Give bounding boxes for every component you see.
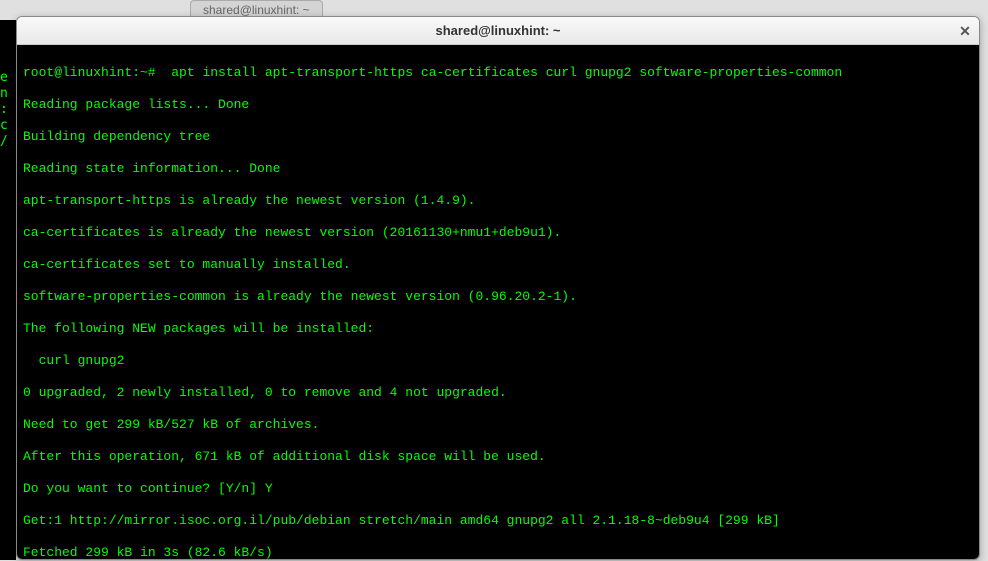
output-line: Building dependency tree xyxy=(23,129,973,145)
command-text: apt install apt-transport-https ca-certi… xyxy=(163,65,842,80)
output-line: software-properties-common is already th… xyxy=(23,289,973,305)
terminal-content[interactable]: root@linuxhint:~# apt install apt-transp… xyxy=(17,45,979,559)
background-terminal-edge: e n : c / xyxy=(0,20,16,560)
titlebar[interactable]: shared@linuxhint: ~ ✕ xyxy=(17,17,979,45)
output-line: The following NEW packages will be insta… xyxy=(23,321,973,337)
prompt-colon: : xyxy=(132,65,140,80)
output-line: Need to get 299 kB/527 kB of archives. xyxy=(23,417,973,433)
window-title: shared@linuxhint: ~ xyxy=(436,23,561,38)
prompt-user: root@linuxhint xyxy=(23,65,132,80)
output-line: Get:1 http://mirror.isoc.org.il/pub/debi… xyxy=(23,513,973,529)
output-line: 0 upgraded, 2 newly installed, 0 to remo… xyxy=(23,385,973,401)
prompt-path: ~ xyxy=(140,65,148,80)
prompt-line-1: root@linuxhint:~# apt install apt-transp… xyxy=(23,65,973,81)
output-line: ca-certificates is already the newest ve… xyxy=(23,225,973,241)
output-line: ca-certificates set to manually installe… xyxy=(23,257,973,273)
output-line: Fetched 299 kB in 3s (82.6 kB/s) xyxy=(23,545,973,559)
output-line: Do you want to continue? [Y/n] Y xyxy=(23,481,973,497)
terminal-window: shared@linuxhint: ~ ✕ root@linuxhint:~# … xyxy=(16,16,980,560)
output-line: Reading package lists... Done xyxy=(23,97,973,113)
close-icon[interactable]: ✕ xyxy=(957,23,973,39)
output-line: apt-transport-https is already the newes… xyxy=(23,193,973,209)
output-line: curl gnupg2 xyxy=(23,353,973,369)
output-line: After this operation, 671 kB of addition… xyxy=(23,449,973,465)
output-line: Reading state information... Done xyxy=(23,161,973,177)
prompt-symbol: # xyxy=(148,65,164,80)
